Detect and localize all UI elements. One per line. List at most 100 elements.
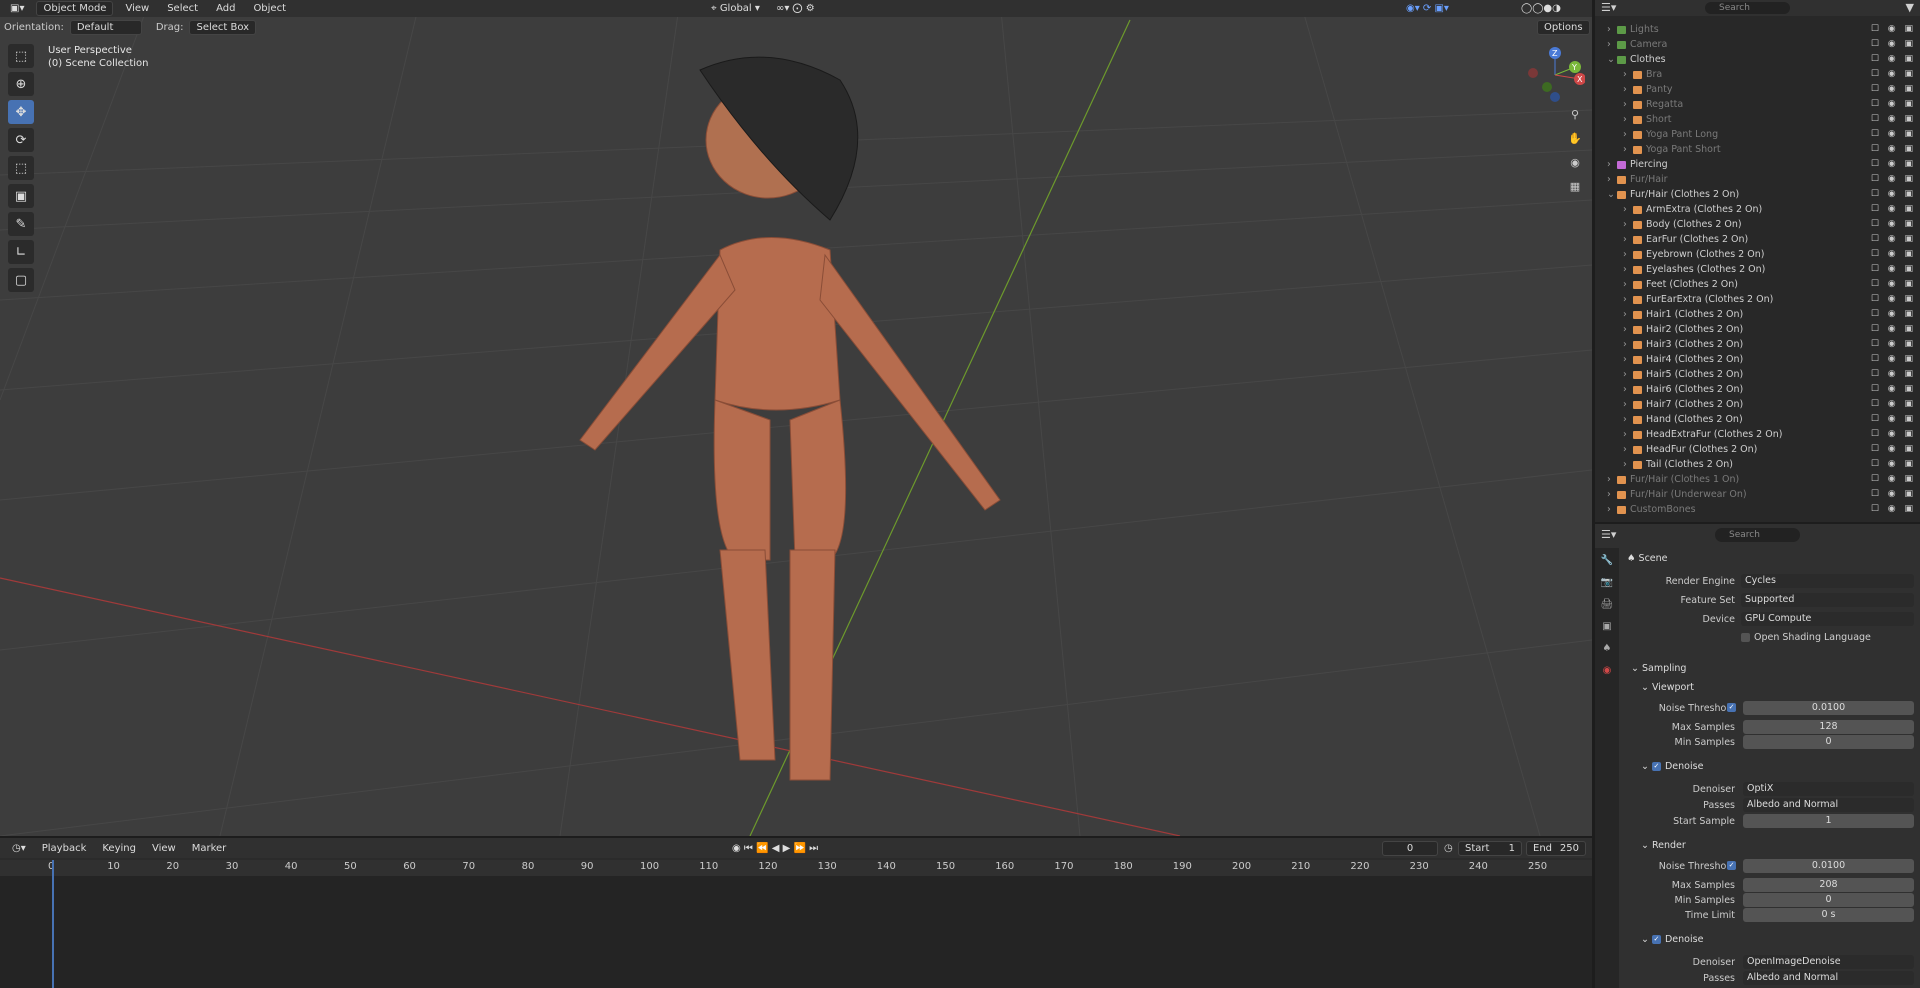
outliner-row[interactable]: › FurEarExtra (Clothes 2 On) ☐ ◉ ▣ (1595, 292, 1920, 307)
measure-icon[interactable]: ∟ (8, 240, 34, 264)
expand-arrow-icon[interactable]: › (1623, 292, 1627, 307)
visibility-toggles-icon[interactable]: ☐ ◉ ▣ (1871, 127, 1916, 142)
expand-arrow-icon[interactable]: › (1623, 262, 1627, 277)
properties-search-input[interactable]: Search (1715, 528, 1800, 542)
menu-marker[interactable]: Marker (186, 841, 233, 856)
expand-arrow-icon[interactable]: › (1623, 322, 1627, 337)
filter-icon[interactable]: ▼ (1906, 1, 1914, 14)
properties-editor[interactable]: ☰▾ Search 🔧 📷 🖨 ▣ ♠ ◉ ♠ Scene Render Eng… (1595, 524, 1920, 988)
scene-tab-icon[interactable]: ♠ (1597, 640, 1617, 658)
visibility-toggles-icon[interactable]: ☐ ◉ ▣ (1871, 427, 1916, 442)
outliner-row[interactable]: › HeadExtraFur (Clothes 2 On) ☐ ◉ ▣ (1595, 427, 1920, 442)
vp-max-samples-field[interactable]: 128 (1743, 720, 1914, 734)
visibility-toggles-icon[interactable]: ☐ ◉ ▣ (1871, 307, 1916, 322)
outliner-row[interactable]: › Eyelashes (Clothes 2 On) ☐ ◉ ▣ (1595, 262, 1920, 277)
pivot-snap-icons[interactable]: ∞▾ ⨀ ⚙ (770, 1, 821, 16)
visibility-toggles-icon[interactable]: ☐ ◉ ▣ (1871, 247, 1916, 262)
visibility-toggles-icon[interactable]: ☐ ◉ ▣ (1871, 97, 1916, 112)
visibility-toggles-icon[interactable]: ☐ ◉ ▣ (1871, 457, 1916, 472)
r-passes-dropdown[interactable]: Albedo and Normal (1743, 971, 1914, 985)
vp-denoise-header[interactable]: ⌄ ✓ Denoise (1641, 761, 1703, 772)
menu-keying[interactable]: Keying (96, 841, 142, 856)
visibility-toggles-icon[interactable]: ☐ ◉ ▣ (1871, 322, 1916, 337)
expand-arrow-icon[interactable]: › (1623, 247, 1627, 262)
expand-arrow-icon[interactable]: › (1623, 67, 1627, 82)
expand-arrow-icon[interactable]: › (1623, 127, 1627, 142)
outliner-editor-icon[interactable]: ☰▾ (1601, 1, 1616, 14)
visibility-toggles-icon[interactable]: ☐ ◉ ▣ (1871, 337, 1916, 352)
mode-dropdown[interactable]: Object Mode (36, 1, 114, 16)
menu-playback[interactable]: Playback (36, 841, 93, 856)
tool-tab-icon[interactable]: 🔧 (1597, 552, 1617, 570)
outliner-row[interactable]: › Fur/Hair (Underwear On) ☐ ◉ ▣ (1595, 487, 1920, 502)
outliner-row[interactable]: › Piercing ☐ ◉ ▣ (1595, 157, 1920, 172)
options-dropdown[interactable]: Options (1537, 20, 1590, 35)
start-frame-field[interactable]: Start 1 (1458, 840, 1522, 856)
visibility-toggles-icon[interactable]: ☐ ◉ ▣ (1871, 157, 1916, 172)
vp-noise-checkbox[interactable]: ✓ (1727, 703, 1736, 712)
outliner-row[interactable]: › Regatta ☐ ◉ ▣ (1595, 97, 1920, 112)
visibility-toggles-icon[interactable]: ☐ ◉ ▣ (1871, 262, 1916, 277)
vp-denoiser-dropdown[interactable]: OptiX (1743, 782, 1914, 796)
outliner-row[interactable]: › Fur/Hair ☐ ◉ ▣ (1595, 172, 1920, 187)
drag-dropdown[interactable]: Select Box (189, 20, 257, 35)
pan-hand-icon[interactable]: ✋ (1565, 130, 1585, 148)
outliner-row[interactable]: › Hair5 (Clothes 2 On) ☐ ◉ ▣ (1595, 367, 1920, 382)
render-subpanel-header[interactable]: ⌄ Render (1641, 840, 1686, 851)
outliner-row[interactable]: › Feet (Clothes 2 On) ☐ ◉ ▣ (1595, 277, 1920, 292)
vp-passes-dropdown[interactable]: Albedo and Normal (1743, 798, 1914, 812)
visibility-toggles-icon[interactable]: ☐ ◉ ▣ (1871, 82, 1916, 97)
orientation-dropdown[interactable]: Default (69, 20, 142, 35)
camera-view-icon[interactable]: ◉ (1565, 154, 1585, 172)
outliner-row[interactable]: › Panty ☐ ◉ ▣ (1595, 82, 1920, 97)
expand-arrow-icon[interactable]: › (1607, 37, 1611, 52)
vp-min-samples-field[interactable]: 0 (1743, 735, 1914, 749)
move-icon[interactable]: ✥ (8, 100, 34, 124)
expand-arrow-icon[interactable]: › (1623, 82, 1627, 97)
menu-timeline-view[interactable]: View (146, 841, 182, 856)
expand-arrow-icon[interactable]: › (1623, 277, 1627, 292)
expand-arrow-icon[interactable]: › (1607, 157, 1611, 172)
outliner-row[interactable]: › Camera ☐ ◉ ▣ (1595, 37, 1920, 52)
expand-arrow-icon[interactable]: › (1623, 457, 1627, 472)
end-frame-field[interactable]: End 250 (1526, 840, 1586, 856)
current-frame-field[interactable]: 0 (1382, 840, 1438, 856)
r-denoise-header[interactable]: ⌄ ✓ Denoise (1641, 934, 1703, 945)
ortho-grid-icon[interactable]: ▦ (1565, 178, 1585, 196)
menu-add[interactable]: Add (210, 1, 241, 16)
outliner-row[interactable]: › Tail (Clothes 2 On) ☐ ◉ ▣ (1595, 457, 1920, 472)
visibility-toggles-icon[interactable]: ☐ ◉ ▣ (1871, 52, 1916, 67)
expand-arrow-icon[interactable]: › (1623, 337, 1627, 352)
outliner-row[interactable]: › Body (Clothes 2 On) ☐ ◉ ▣ (1595, 217, 1920, 232)
r-noise-checkbox[interactable]: ✓ (1727, 861, 1736, 870)
vp-noise-field[interactable]: 0.0100 (1743, 701, 1914, 715)
timeline-keyframe-area[interactable] (0, 860, 1592, 988)
visibility-toggles-icon[interactable]: ☐ ◉ ▣ (1871, 412, 1916, 427)
expand-arrow-icon[interactable]: › (1623, 232, 1627, 247)
menu-view[interactable]: View (119, 1, 155, 16)
osl-checkbox[interactable]: Open Shading Language (1741, 632, 1871, 643)
expand-arrow-icon[interactable]: › (1607, 472, 1611, 487)
outliner-row[interactable]: › Hair6 (Clothes 2 On) ☐ ◉ ▣ (1595, 382, 1920, 397)
outliner-row[interactable]: › CustomBones ☐ ◉ ▣ (1595, 502, 1920, 517)
visibility-toggles-icon[interactable]: ☐ ◉ ▣ (1871, 397, 1916, 412)
select-box-icon[interactable]: ⬚ (8, 44, 34, 68)
visibility-toggles-icon[interactable]: ☐ ◉ ▣ (1871, 112, 1916, 127)
transform-icon[interactable]: ▣ (8, 184, 34, 208)
r-min-samples-field[interactable]: 0 (1743, 893, 1914, 907)
outliner-row[interactable]: › Yoga Pant Short ☐ ◉ ▣ (1595, 142, 1920, 157)
feature-set-dropdown[interactable]: Supported (1741, 593, 1914, 607)
r-denoiser-dropdown[interactable]: OpenImageDenoise (1743, 955, 1914, 969)
output-tab-icon[interactable]: 🖨 (1597, 596, 1617, 614)
playback-controls-icons[interactable]: ◉ ⏮ ⏪ ◀ ▶ ⏩ ⏭ (726, 841, 824, 856)
outliner-row[interactable]: › ArmExtra (Clothes 2 On) ☐ ◉ ▣ (1595, 202, 1920, 217)
outliner-row[interactable]: › Hair4 (Clothes 2 On) ☐ ◉ ▣ (1595, 352, 1920, 367)
expand-arrow-icon[interactable]: › (1623, 142, 1627, 157)
playhead[interactable] (52, 860, 54, 988)
sampling-panel-header[interactable]: ⌄ Sampling (1631, 663, 1686, 674)
shading-mode-icons[interactable]: ◯◯●◑ (1515, 1, 1567, 16)
expand-arrow-icon[interactable]: › (1607, 487, 1611, 502)
expand-arrow-icon[interactable]: › (1623, 352, 1627, 367)
expand-arrow-icon[interactable]: › (1623, 397, 1627, 412)
visibility-toggles-icon[interactable]: ☐ ◉ ▣ (1871, 172, 1916, 187)
